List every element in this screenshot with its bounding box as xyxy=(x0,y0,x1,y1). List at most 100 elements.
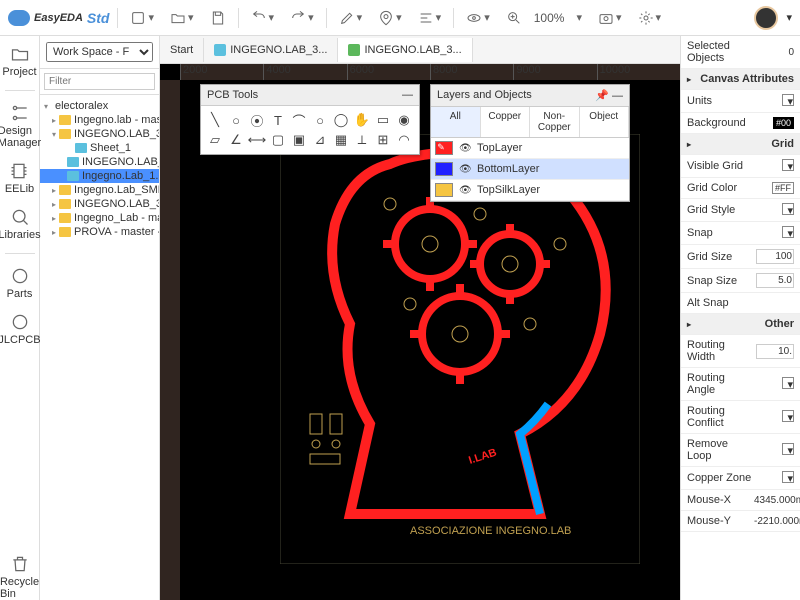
tool-connect[interactable]: ⊿ xyxy=(310,130,330,150)
settings-button[interactable]: ▾ xyxy=(634,6,666,30)
minimize-icon[interactable]: — xyxy=(402,89,413,101)
tree-node[interactable]: ▸INGEGNO.LAB_3r xyxy=(40,197,159,211)
eye-icon[interactable]: 👁 xyxy=(459,185,471,196)
tree-node[interactable]: ▾INGEGNO.LAB_3r xyxy=(40,127,159,141)
copper-zone-select[interactable]: ▾ xyxy=(782,471,794,483)
section-grid[interactable]: Grid xyxy=(681,134,800,155)
pcb-canvas[interactable]: 2000400060008000900010000 xyxy=(160,64,680,600)
tool-rect[interactable]: ▭ xyxy=(373,110,393,130)
routing-angle-select[interactable]: ▾ xyxy=(782,377,794,389)
tool-measure[interactable]: ⟂ xyxy=(352,130,372,150)
tool-line[interactable]: ∠ xyxy=(226,130,246,150)
ruler-horizontal: 2000400060008000900010000 xyxy=(180,64,680,80)
background-swatch[interactable]: #00 xyxy=(773,117,794,129)
redo-button[interactable]: ▾ xyxy=(286,6,318,30)
zoom-menu-button[interactable] xyxy=(502,6,526,30)
tool-image[interactable]: ▦ xyxy=(331,130,351,150)
grid-size-input[interactable] xyxy=(756,249,794,264)
tool-region[interactable]: ▱ xyxy=(205,130,225,150)
routing-conflict-select[interactable]: ▾ xyxy=(782,410,794,422)
tree-node-selected[interactable]: Ingegno.Lab_1.0 xyxy=(40,169,159,183)
tool-solid[interactable]: ▣ xyxy=(289,130,309,150)
edition-label: Std xyxy=(87,10,110,26)
layer-tab-noncopper[interactable]: Non-Copper xyxy=(530,107,580,137)
snap-select[interactable]: ▾ xyxy=(782,226,794,238)
align-menu-button[interactable]: ▾ xyxy=(414,6,446,30)
tool-move[interactable]: ✋ xyxy=(352,110,372,130)
rail-project[interactable]: Project xyxy=(2,44,36,78)
layer-row[interactable]: 👁TopSilkLayer xyxy=(431,180,629,201)
tool-via[interactable]: ⦿ xyxy=(247,110,267,130)
folder-button[interactable]: ▾ xyxy=(166,6,198,30)
tool-protractor[interactable]: ◠ xyxy=(394,130,414,150)
snap-size-input[interactable] xyxy=(756,273,794,288)
layer-row[interactable]: 👁BottomLayer xyxy=(431,159,629,180)
properties-panel: Selected Objects0 Canvas Attributes Unit… xyxy=(680,36,800,600)
eye-icon[interactable]: 👁 xyxy=(459,164,471,175)
edit-menu-button[interactable]: ▾ xyxy=(335,6,367,30)
grid-style-select[interactable]: ▾ xyxy=(782,203,794,215)
ruler-vertical xyxy=(160,80,180,600)
tab-schematic[interactable]: INGEGNO.LAB_3... xyxy=(204,38,338,62)
view-menu-button[interactable]: ▾ xyxy=(462,6,494,30)
project-tree: ▾electoralex ▸Ingegno.lab - mas ▾INGEGNO… xyxy=(40,95,159,600)
layer-tab-object[interactable]: Object xyxy=(580,107,630,137)
tab-pcb[interactable]: INGEGNO.LAB_3... xyxy=(338,38,472,62)
place-menu-button[interactable]: ▾ xyxy=(374,6,406,30)
visible-grid-select[interactable]: ▾ xyxy=(782,159,794,171)
layers-panel[interactable]: Layers and Objects📌 — All Copper Non-Cop… xyxy=(430,84,630,202)
mouse-y-value: -2210.000mi xyxy=(754,516,794,527)
rail-jlcpcb[interactable]: JLCPCB xyxy=(0,312,41,346)
tool-circle[interactable]: ○ xyxy=(310,110,330,130)
units-select[interactable]: ▾ xyxy=(782,94,794,106)
app-logo: EasyEDA Std xyxy=(8,10,109,26)
pcb-tools-panel[interactable]: PCB Tools— ╲ ○ ⦿ T ⌒ ○ ◯ ✋ ▭ ◉ ▱ ∠ ⟷ ▢ ▣ xyxy=(200,84,420,155)
tool-text[interactable]: T xyxy=(268,110,288,130)
tree-node[interactable]: ▸Ingegno_Lab - ma xyxy=(40,211,159,225)
section-other[interactable]: Other xyxy=(681,314,800,335)
save-button[interactable] xyxy=(206,6,230,30)
tree-filter-input[interactable] xyxy=(44,73,155,90)
minimize-icon[interactable]: — xyxy=(612,90,623,102)
tool-group[interactable]: ⊞ xyxy=(373,130,393,150)
top-toolbar: EasyEDA Std ▾ ▾ ▾ ▾ ▾ ▾ ▾ ▾ 100%▾ ▾ ▾ ▾ xyxy=(0,0,800,36)
layer-tab-all[interactable]: All xyxy=(431,107,481,137)
user-avatar[interactable] xyxy=(754,6,778,30)
layer-tab-copper[interactable]: Copper xyxy=(481,107,531,137)
rail-recycle-bin[interactable]: Recycle Bin xyxy=(0,554,39,600)
rail-eelib[interactable]: EELib xyxy=(5,161,34,195)
tree-node[interactable]: ▸Ingegno.Lab_SMD xyxy=(40,183,159,197)
tool-arc[interactable]: ⌒ xyxy=(289,110,309,130)
eye-icon[interactable]: 👁 xyxy=(459,143,471,154)
file-menu-button[interactable]: ▾ xyxy=(126,6,158,30)
section-canvas-attributes[interactable]: Canvas Attributes xyxy=(681,69,800,90)
grid-color-swatch[interactable]: #FF xyxy=(772,182,794,194)
pin-icon[interactable]: 📌 xyxy=(595,90,609,102)
tree-node[interactable]: INGEGNO.LAB_ xyxy=(40,155,159,169)
zoom-level[interactable]: 100% xyxy=(534,11,565,25)
tree-node[interactable]: ▾electoralex xyxy=(40,99,159,113)
tool-copper[interactable]: ▢ xyxy=(268,130,288,150)
project-tree-panel: Work Space - F ▾electoralex ▸Ingegno.lab… xyxy=(40,36,160,600)
remove-loop-select[interactable]: ▾ xyxy=(782,443,794,455)
tool-pad[interactable]: ○ xyxy=(226,110,246,130)
tab-start[interactable]: Start xyxy=(160,38,204,62)
routing-width-input[interactable] xyxy=(756,344,794,359)
tool-hole[interactable]: ◉ xyxy=(394,110,414,130)
tree-node[interactable]: Sheet_1 xyxy=(40,141,159,155)
rail-parts[interactable]: Parts xyxy=(7,266,33,300)
left-rail: Project Design Manager EELib Libraries P… xyxy=(0,36,40,600)
editor-area: Start INGEGNO.LAB_3... INGEGNO.LAB_3... … xyxy=(160,36,680,600)
camera-button[interactable]: ▾ xyxy=(594,6,626,30)
layer-row[interactable]: ✎👁TopLayer xyxy=(431,138,629,159)
cloud-icon xyxy=(8,10,30,26)
undo-button[interactable]: ▾ xyxy=(247,6,279,30)
tool-dimension[interactable]: ⟷ xyxy=(247,130,267,150)
rail-design-manager[interactable]: Design Manager xyxy=(0,103,41,149)
rail-libraries[interactable]: Libraries xyxy=(0,207,41,241)
tree-node[interactable]: ▸PROVA - master - xyxy=(40,225,159,239)
tree-node[interactable]: ▸Ingegno.lab - mas xyxy=(40,113,159,127)
tool-track[interactable]: ╲ xyxy=(205,110,225,130)
workspace-select[interactable]: Work Space - F xyxy=(46,42,153,62)
tool-ellipse[interactable]: ◯ xyxy=(331,110,351,130)
